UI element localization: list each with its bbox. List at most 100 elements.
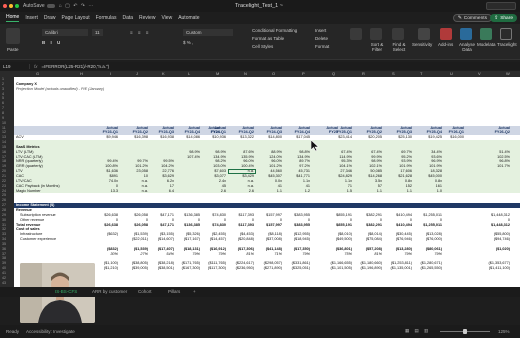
opex-cell[interactable]: ($38,501) bbox=[148, 266, 174, 270]
metric-cell[interactable]: 71 bbox=[326, 184, 352, 188]
tab-formulas[interactable]: Formulas bbox=[96, 15, 117, 21]
row-header[interactable]: 36 bbox=[2, 247, 6, 251]
gross-margin-cell[interactable]: 27% bbox=[122, 252, 148, 256]
infrastructure-cell[interactable]: ($5,326) bbox=[174, 232, 200, 236]
row-header[interactable]: 40 bbox=[2, 266, 6, 270]
metric-cell[interactable]: 6.2x bbox=[148, 179, 174, 183]
metric-cell[interactable]: 1.1 bbox=[386, 189, 412, 193]
document-title[interactable]: Tracelight_Test_1 ~ bbox=[235, 3, 283, 9]
metric-cell[interactable]: 96.9% bbox=[416, 159, 442, 163]
infrastructure-cell[interactable]: ($8,010) bbox=[326, 232, 352, 236]
opex-cell[interactable]: ($1,411,100) bbox=[484, 266, 510, 270]
acv-cell[interactable]: $10,936 bbox=[200, 135, 226, 139]
metric-cell[interactable]: 152 bbox=[386, 184, 412, 188]
opex-cell[interactable]: ($331,861) bbox=[284, 261, 310, 265]
metric-cell[interactable]: 13.3 bbox=[92, 189, 118, 193]
gross-margin-cell[interactable]: 54% bbox=[148, 252, 174, 256]
metric-cell[interactable]: 41 bbox=[284, 184, 310, 188]
find-select-icon[interactable] bbox=[392, 28, 404, 40]
row-header[interactable]: 5 bbox=[2, 96, 4, 100]
alignment-buttons[interactable]: ≡ ≡ ≡ bbox=[130, 30, 150, 35]
customer-experience-cell[interactable]: ($22,011) bbox=[122, 237, 148, 241]
tab-draw[interactable]: Draw bbox=[44, 15, 56, 21]
gross-margin-cell[interactable]: 30% bbox=[92, 252, 118, 256]
other-revenue-cell[interactable]: 0 bbox=[256, 218, 282, 222]
metric-cell[interactable]: 101.2% bbox=[256, 164, 282, 168]
period-label-cell[interactable]: FY25-Q2 bbox=[356, 130, 382, 134]
opex-cell[interactable]: ($1,100) bbox=[92, 261, 118, 265]
modelata-icon[interactable] bbox=[480, 28, 492, 40]
metric-cell[interactable]: 99.7% bbox=[122, 159, 148, 163]
metric-cell[interactable]: n.a. bbox=[122, 184, 148, 188]
tab-page-layout[interactable]: Page Layout bbox=[62, 15, 90, 21]
metric-cell[interactable]: $1,636 bbox=[92, 169, 118, 173]
opex-cell[interactable]: ($117,300) bbox=[200, 266, 226, 270]
total-revenue-cell[interactable]: $136,385 bbox=[174, 223, 200, 227]
column-header-w[interactable]: W bbox=[506, 71, 510, 76]
period-type-cell[interactable]: Actual bbox=[148, 126, 174, 130]
spreadsheet-grid[interactable]: GHIJKLMNOPQRSTUVW 1 2 3 4 5 6 7 8 9 10 11 12 13 14 15 1… bbox=[0, 71, 520, 287]
metric-cell[interactable]: 134.9% bbox=[284, 155, 310, 159]
total-revenue-cell[interactable]: $117,393 bbox=[228, 223, 254, 227]
row-header[interactable]: 21 bbox=[2, 174, 6, 178]
metric-cell[interactable]: 134.9% bbox=[200, 155, 226, 159]
row-header[interactable]: 26 bbox=[2, 198, 6, 202]
opex-cell[interactable]: ($271,890) bbox=[256, 266, 282, 270]
total-revenue-cell[interactable]: $74,830 bbox=[200, 223, 226, 227]
metric-cell[interactable]: 57 bbox=[356, 184, 382, 188]
period-label-cell[interactable]: FY24-Q3 bbox=[256, 130, 282, 134]
sheet-tab-arr-by-customer[interactable]: ARR by customer bbox=[92, 289, 127, 294]
row-header[interactable]: 18 bbox=[2, 159, 6, 163]
metric-cell[interactable]: 107.4% bbox=[174, 155, 200, 159]
row-header[interactable]: 15 bbox=[2, 145, 6, 149]
acv-cell[interactable]: $13,322 bbox=[228, 135, 254, 139]
period-type-cell[interactable]: Actual bbox=[326, 126, 352, 130]
metric-cell[interactable]: 45,731 bbox=[284, 169, 310, 173]
opex-cell[interactable]: ($1,210) bbox=[92, 266, 118, 270]
add-ins-icon[interactable] bbox=[440, 28, 452, 40]
metric-cell[interactable]: 135.9% bbox=[228, 155, 254, 159]
metric-cell[interactable]: 98.9% bbox=[356, 159, 382, 163]
column-header-j[interactable]: J bbox=[136, 71, 138, 76]
acv-cell[interactable]: $9,946 bbox=[92, 135, 118, 139]
total-revenue-cell[interactable]: $855,191 bbox=[326, 223, 352, 227]
row-header[interactable]: 41 bbox=[2, 271, 6, 275]
other-revenue-cell[interactable]: 0 bbox=[356, 218, 382, 222]
gross-profit-cell[interactable]: ($17,306) bbox=[228, 247, 254, 251]
gross-margin-cell[interactable]: 79% bbox=[174, 252, 200, 256]
metric-cell[interactable]: $3,629 bbox=[148, 174, 174, 178]
acv-cell[interactable]: $16,000 bbox=[438, 135, 464, 139]
sort-filter-icon[interactable] bbox=[370, 28, 382, 40]
metric-cell[interactable]: 102.5% bbox=[484, 155, 510, 159]
metric-cell[interactable]: 99.5% bbox=[148, 159, 174, 163]
metric-cell[interactable]: 97.2% bbox=[284, 164, 310, 168]
column-header-o[interactable]: O bbox=[272, 71, 275, 76]
metric-cell[interactable]: 104.1% bbox=[326, 164, 352, 168]
gross-profit-cell[interactable]: ($36,801) bbox=[326, 247, 352, 251]
opex-cell[interactable]: ($1,353,677) bbox=[484, 261, 510, 265]
cell-reference-box[interactable]: L19 bbox=[0, 63, 30, 69]
metric-cell[interactable]: 98.9% bbox=[174, 150, 200, 154]
share-button[interactable]: ⇪ Share bbox=[490, 14, 517, 22]
opex-cell[interactable]: ($38,218) bbox=[148, 261, 174, 265]
gross-margin-cell[interactable]: 81% bbox=[228, 252, 254, 256]
metric-cell[interactable]: 100.8% bbox=[92, 164, 118, 168]
opex-cell[interactable]: ($224,617) bbox=[228, 261, 254, 265]
metric-cell[interactable]: 99.4% bbox=[92, 159, 118, 163]
infrastructure-cell[interactable]: ($8,118) bbox=[256, 232, 282, 236]
column-header-n[interactable]: N bbox=[244, 71, 247, 76]
column-header-i[interactable]: I bbox=[110, 71, 111, 76]
column-header-h[interactable]: H bbox=[80, 71, 83, 76]
customer-experience-cell[interactable]: ($76,946) bbox=[386, 237, 412, 241]
period-type-cell[interactable]: Actual bbox=[200, 126, 226, 130]
row-header[interactable]: 19 bbox=[2, 164, 6, 168]
subscription-revenue-cell[interactable]: $117,393 bbox=[228, 213, 254, 217]
opex-cell[interactable]: ($38,805) bbox=[122, 261, 148, 265]
metric-cell[interactable]: 95.2% bbox=[386, 155, 412, 159]
column-header-g[interactable]: G bbox=[36, 71, 39, 76]
format-button[interactable]: Format bbox=[315, 44, 329, 49]
acv-cell[interactable]: $14,086 bbox=[174, 135, 200, 139]
row-header[interactable]: 8 bbox=[2, 111, 4, 115]
customer-experience-cell[interactable]: ($37,008) bbox=[256, 237, 282, 241]
metric-cell[interactable]: 101.2% bbox=[122, 164, 148, 168]
